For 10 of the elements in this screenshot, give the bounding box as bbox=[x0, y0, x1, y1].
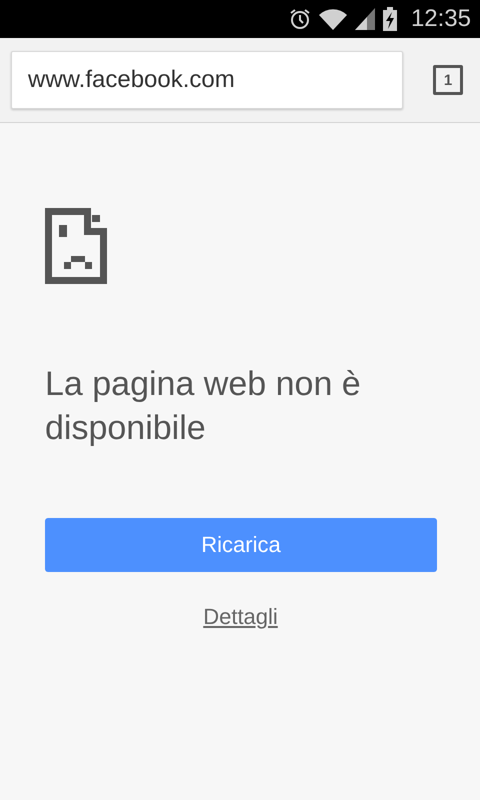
battery-charging-icon bbox=[382, 7, 397, 31]
alarm-clock-icon bbox=[288, 8, 311, 30]
signal-icon bbox=[354, 8, 375, 30]
details-link[interactable]: Dettagli bbox=[203, 604, 278, 630]
tab-switcher-button[interactable]: 1 bbox=[433, 65, 463, 95]
error-title: La pagina web non è disponibile bbox=[45, 364, 362, 449]
wifi-icon bbox=[318, 8, 347, 30]
url-field[interactable]: www.facebook.com bbox=[11, 51, 403, 109]
sad-page-icon bbox=[45, 208, 107, 284]
clock-time: 12:35 bbox=[410, 5, 471, 33]
